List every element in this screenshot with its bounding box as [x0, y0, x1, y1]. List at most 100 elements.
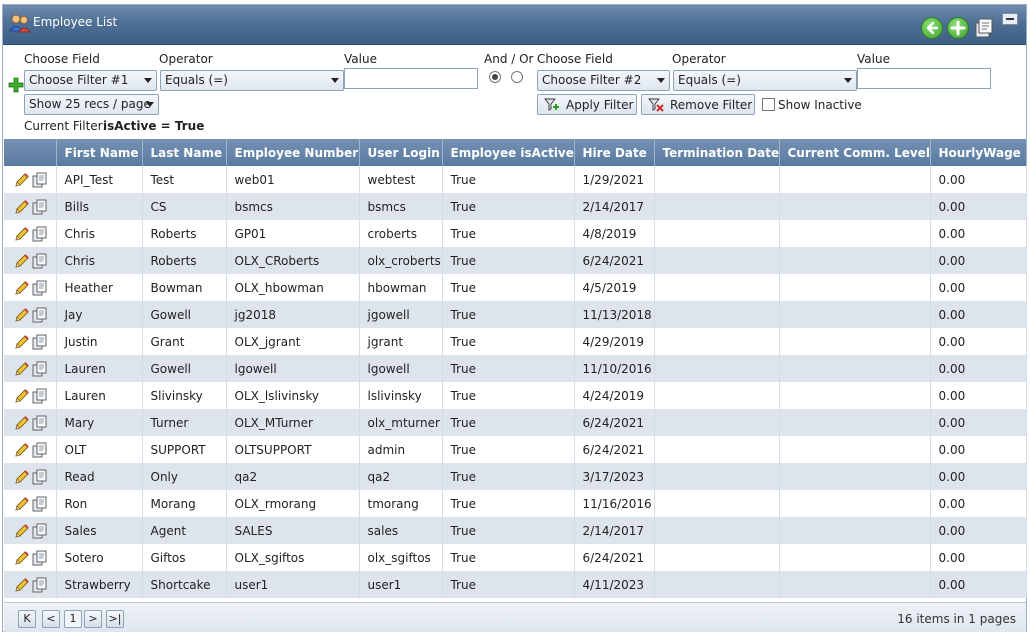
or-radio[interactable]	[511, 71, 523, 83]
row-actions	[4, 436, 57, 463]
copy-record-icon[interactable]	[32, 550, 47, 566]
back-button[interactable]	[921, 17, 943, 39]
table-row[interactable]: Heather Bowman OLX_hbowman hbowman True 4/5/2…	[4, 274, 1027, 301]
filter-value-input-2[interactable]	[857, 68, 991, 89]
column-header-employee-isactive[interactable]: Employee isActive	[442, 139, 575, 166]
table-row[interactable]: Mary Turner OLX_MTurner olx_mturner True 6/24…	[4, 409, 1027, 436]
table-row[interactable]: Jay Gowell jg2018 jgowell True 11/13/2018 0.00	[4, 301, 1027, 328]
pager: K < 1 > >| 16 items in 1 pages	[4, 602, 1026, 632]
remove-filter-button[interactable]: Remove Filter	[641, 94, 755, 115]
cell-hourly-wage: 0.00	[930, 517, 1027, 544]
page-size-value: Show 25 recs / page	[29, 97, 151, 111]
copy-record-icon[interactable]	[32, 523, 47, 539]
minimize-button[interactable]	[1002, 13, 1018, 25]
first-page-button[interactable]: K	[18, 610, 36, 628]
column-header-employee-number[interactable]: Employee Number	[226, 139, 360, 166]
and-radio[interactable]	[489, 71, 501, 83]
column-header-current-comm-level[interactable]: Current Comm. Level	[779, 139, 931, 166]
edit-pencil-icon[interactable]	[14, 172, 30, 188]
cell-hire-date: 4/5/2019	[574, 274, 655, 301]
show-inactive-checkbox[interactable]	[762, 98, 775, 111]
table-row[interactable]: Bills CS bsmcs bsmcs True 2/14/2017 0.00	[4, 193, 1027, 220]
copy-record-icon[interactable]	[32, 280, 47, 296]
page-number-button[interactable]: 1	[64, 610, 82, 628]
copy-record-icon[interactable]	[32, 172, 47, 188]
last-page-button[interactable]: >|	[106, 610, 124, 628]
table-row[interactable]: OLT SUPPORT OLTSUPPORT admin True 6/24/2021 0.…	[4, 436, 1027, 463]
copy-record-icon[interactable]	[32, 307, 47, 323]
copy-record-icon[interactable]	[32, 253, 47, 269]
cell-last-name: Gowell	[142, 355, 227, 382]
apply-filter-button[interactable]: Apply Filter	[537, 94, 637, 115]
table-row[interactable]: API_Test Test web01 webtest True 1/29/2021 0.0…	[4, 166, 1027, 193]
cell-employee-isactive: True	[442, 193, 575, 220]
edit-pencil-icon[interactable]	[14, 280, 30, 296]
edit-pencil-icon[interactable]	[14, 253, 30, 269]
export-icon[interactable]	[973, 17, 995, 39]
table-row[interactable]: Read Only qa2 qa2 True 3/17/2023 0.00	[4, 463, 1027, 490]
grid-body: API_Test Test web01 webtest True 1/29/2021 0.0…	[4, 166, 1027, 598]
filter-field-select-1[interactable]: Choose Filter #1	[24, 70, 157, 91]
cell-last-name: Morang	[142, 490, 227, 517]
chevron-down-icon	[146, 102, 154, 107]
add-employee-button[interactable]	[947, 17, 969, 39]
cell-employee-number: OLX_lslivinsky	[226, 382, 360, 409]
employee-grid: First Name Last Name Employee Number Use…	[4, 139, 1027, 598]
column-header-first-name[interactable]: First Name	[56, 139, 143, 166]
copy-record-icon[interactable]	[32, 388, 47, 404]
cell-first-name: Ron	[56, 490, 143, 517]
filter-value-input-1[interactable]	[344, 68, 478, 89]
operator-select-2[interactable]: Equals (=)	[673, 70, 857, 91]
edit-pencil-icon[interactable]	[14, 199, 30, 215]
cell-employee-number: OLX_CRoberts	[226, 247, 360, 274]
table-row[interactable]: Sotero Giftos OLX_sgiftos olx_sgiftos True 6/…	[4, 544, 1027, 571]
pager-info: 16 items in 1 pages	[897, 612, 1016, 626]
copy-record-icon[interactable]	[32, 415, 47, 431]
edit-pencil-icon[interactable]	[14, 577, 30, 593]
edit-pencil-icon[interactable]	[14, 307, 30, 323]
copy-record-icon[interactable]	[32, 361, 47, 377]
filter-field-select-2[interactable]: Choose Filter #2	[537, 70, 670, 91]
edit-pencil-icon[interactable]	[14, 523, 30, 539]
cell-last-name: Shortcake	[142, 571, 227, 598]
next-page-button[interactable]: >	[84, 610, 102, 628]
column-header-user-login[interactable]: User Login	[359, 139, 443, 166]
copy-record-icon[interactable]	[32, 334, 47, 350]
add-filter-icon[interactable]	[8, 77, 24, 93]
copy-record-icon[interactable]	[32, 199, 47, 215]
column-header-hire-date[interactable]: Hire Date	[574, 139, 655, 166]
cell-hourly-wage: 0.00	[930, 301, 1027, 328]
edit-pencil-icon[interactable]	[14, 415, 30, 431]
prev-page-button[interactable]: <	[42, 610, 60, 628]
edit-pencil-icon[interactable]	[14, 550, 30, 566]
page-size-select[interactable]: Show 25 recs / page	[24, 94, 159, 115]
copy-record-icon[interactable]	[32, 577, 47, 593]
edit-pencil-icon[interactable]	[14, 334, 30, 350]
table-row[interactable]: Justin Grant OLX_jgrant jgrant True 4/29/2019…	[4, 328, 1027, 355]
edit-pencil-icon[interactable]	[14, 361, 30, 377]
cell-user-login: hbowman	[359, 274, 443, 301]
copy-record-icon[interactable]	[32, 442, 47, 458]
edit-pencil-icon[interactable]	[14, 226, 30, 242]
table-row[interactable]: Chris Roberts OLX_CRoberts olx_croberts True…	[4, 247, 1027, 274]
copy-record-icon[interactable]	[32, 496, 47, 512]
table-row[interactable]: Chris Roberts GP01 croberts True 4/8/2019 0.00	[4, 220, 1027, 247]
table-row[interactable]: Lauren Gowell lgowell lgowell True 11/10/2016…	[4, 355, 1027, 382]
cell-hire-date: 6/24/2021	[574, 247, 655, 274]
table-row[interactable]: Strawberry Shortcake user1 user1 True 4/11/20…	[4, 571, 1027, 598]
table-row[interactable]: Sales Agent SALES sales True 2/14/2017 0.00	[4, 517, 1027, 544]
edit-pencil-icon[interactable]	[14, 388, 30, 404]
table-row[interactable]: Lauren Slivinsky OLX_lslivinsky lslivinsky T…	[4, 382, 1027, 409]
copy-record-icon[interactable]	[32, 226, 47, 242]
column-header-last-name[interactable]: Last Name	[142, 139, 227, 166]
cell-last-name: Roberts	[142, 247, 227, 274]
operator-select-1[interactable]: Equals (=)	[160, 70, 344, 91]
column-header-termination-date[interactable]: Termination Date	[654, 139, 780, 166]
copy-record-icon[interactable]	[32, 469, 47, 485]
cell-user-login: olx_mturner	[359, 409, 443, 436]
edit-pencil-icon[interactable]	[14, 496, 30, 512]
column-header-hourly-wage[interactable]: HourlyWage	[930, 139, 1027, 166]
edit-pencil-icon[interactable]	[14, 442, 30, 458]
edit-pencil-icon[interactable]	[14, 469, 30, 485]
table-row[interactable]: Ron Morang OLX_rmorang tmorang True 11/16/201…	[4, 490, 1027, 517]
